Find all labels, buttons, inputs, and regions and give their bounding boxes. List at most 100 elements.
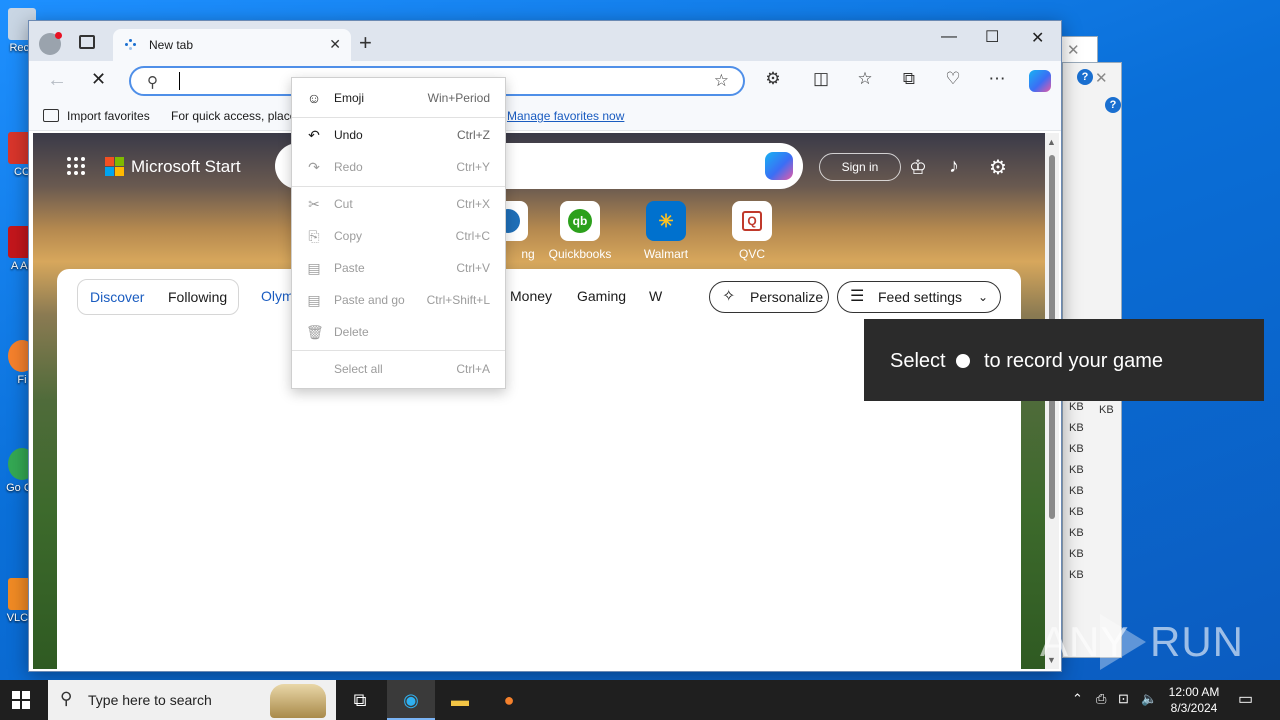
back-arrow-icon[interactable]: ← xyxy=(47,69,67,92)
new-tab-button[interactable]: + xyxy=(359,32,372,54)
close-tab-icon[interactable]: ✕ xyxy=(329,36,341,53)
menu-item-paste[interactable]: ▤ Paste Ctrl+V xyxy=(292,254,505,282)
import-icon xyxy=(43,109,59,122)
quick-link-tile[interactable]: ✳ Walmart xyxy=(631,201,701,261)
menu-item-copy[interactable]: ⎘ Copy Ctrl+C xyxy=(292,222,505,250)
emoji-icon: ☺ xyxy=(306,90,322,106)
quick-link-tile[interactable]: Q QVC xyxy=(717,201,787,261)
personalize-button[interactable]: ✧ Personalize xyxy=(709,281,829,313)
tab-discover[interactable]: Discover xyxy=(90,289,144,305)
close-icon[interactable]: ✕ xyxy=(1067,41,1080,59)
sign-in-button[interactable]: Sign in xyxy=(819,153,901,181)
toast-text-select: Select xyxy=(890,350,946,372)
windows-start-icon[interactable] xyxy=(12,691,30,709)
page-scrollbar[interactable]: ▲ ▼ xyxy=(1045,133,1059,669)
menu-item-paste-and-go[interactable]: ▤ Paste and go Ctrl+Shift+L xyxy=(292,286,505,314)
close-icon[interactable]: ✕ xyxy=(1095,69,1108,87)
scroll-up-icon[interactable]: ▲ xyxy=(1047,137,1056,147)
tab-title: New tab xyxy=(149,38,194,52)
browser-essentials-icon[interactable]: ♡ xyxy=(943,69,963,89)
menu-item-delete[interactable]: 🗑 Delete xyxy=(292,318,505,346)
menu-item-label: Copy xyxy=(334,229,363,243)
network-icon[interactable]: ⊡ xyxy=(1118,691,1129,707)
search-highlight-image xyxy=(270,684,326,718)
microsoft-logo-icon xyxy=(105,157,125,177)
menu-separator xyxy=(292,117,505,118)
menu-item-label: Undo xyxy=(334,128,363,142)
tile-label: Walmart xyxy=(643,247,689,261)
rewards-icon[interactable]: ♔ xyxy=(909,155,927,180)
menu-item-shortcut: Ctrl+A xyxy=(456,362,490,376)
search-icon: ⚲ xyxy=(60,689,73,708)
menu-item-shortcut: Ctrl+Shift+L xyxy=(426,293,490,307)
file-size: KB xyxy=(1069,443,1084,455)
file-size: KB xyxy=(1069,401,1084,413)
volume-icon[interactable]: 🔈 xyxy=(1141,691,1157,707)
tile-label: QVC xyxy=(738,247,765,261)
copilot-icon[interactable] xyxy=(1029,70,1051,92)
walmart-icon: ✳ xyxy=(646,201,686,241)
chevron-up-icon[interactable]: ⌃ xyxy=(1072,691,1083,707)
category-more[interactable]: W xyxy=(649,288,662,304)
menu-item-label: Redo xyxy=(334,160,363,174)
personalize-label: Personalize xyxy=(750,289,824,305)
import-favorites-button[interactable]: Import favorites xyxy=(67,109,150,123)
file-size: KB xyxy=(1069,548,1084,560)
play-triangle-icon xyxy=(1100,614,1146,670)
maximize-button[interactable]: ☐ xyxy=(985,27,999,47)
system-clock[interactable]: 12:00 AM 8/3/2024 xyxy=(1164,684,1224,716)
edge-taskbar-icon[interactable]: ◉ xyxy=(387,680,435,720)
file-size: KB xyxy=(1069,485,1084,497)
help-icon[interactable]: ? xyxy=(1105,97,1121,113)
profile-avatar[interactable] xyxy=(39,32,62,55)
firefox-taskbar-icon[interactable]: ● xyxy=(485,680,533,720)
feed-settings-label: Feed settings xyxy=(878,289,963,305)
clock-time: 12:00 AM xyxy=(1168,685,1220,699)
taskbar-search-box[interactable]: ⚲ Type here to search xyxy=(48,680,336,720)
app-launcher-icon[interactable] xyxy=(67,157,85,175)
tab-actions-icon[interactable] xyxy=(79,35,95,49)
menu-item-cut[interactable]: ✂ Cut Ctrl+X xyxy=(292,190,505,218)
menu-item-redo[interactable]: ↷ Redo Ctrl+Y xyxy=(292,153,505,181)
notifications-bell-icon[interactable]: ♪ xyxy=(949,155,959,178)
brand-title[interactable]: Microsoft Start xyxy=(131,157,241,177)
stop-loading-icon[interactable]: ✕ xyxy=(91,69,106,90)
help-icon[interactable]: ? xyxy=(1077,69,1093,85)
search-icon: ⚲ xyxy=(147,74,158,91)
extensions-icon[interactable]: ⚙ xyxy=(763,69,783,89)
menu-separator xyxy=(292,186,505,187)
menu-item-label: Cut xyxy=(334,197,353,211)
feed-settings-button[interactable]: ☰ Feed settings ⌄ xyxy=(837,281,1001,313)
file-size: KB xyxy=(1069,506,1084,518)
collections-icon[interactable]: ⧉ xyxy=(899,69,919,89)
menu-item-emoji[interactable]: ☺ Emoji Win+Period xyxy=(292,84,505,112)
file-explorer-icon[interactable]: ▬ xyxy=(436,680,484,720)
more-menu-icon[interactable]: ⋯ xyxy=(987,69,1007,89)
manage-favorites-link[interactable]: Manage favorites now xyxy=(507,109,624,123)
favorite-star-icon[interactable]: ☆ xyxy=(714,71,729,91)
device-icon[interactable]: ⎙ xyxy=(1096,691,1106,707)
tile-label: Quickbooks xyxy=(548,247,612,261)
category-gaming[interactable]: Gaming xyxy=(577,288,626,304)
minimize-button[interactable]: — xyxy=(941,28,957,46)
menu-item-select-all[interactable]: Select all Ctrl+A xyxy=(292,355,505,383)
quick-link-tile[interactable]: qb Quickbooks xyxy=(545,201,615,261)
menu-item-undo[interactable]: ↶ Undo Ctrl+Z xyxy=(292,121,505,149)
task-view-icon[interactable]: ⧉ xyxy=(336,680,384,720)
favorites-icon[interactable]: ☆ xyxy=(855,69,875,89)
paste-go-icon: ▤ xyxy=(307,292,321,308)
category-money[interactable]: Money xyxy=(510,288,552,304)
file-size: KB xyxy=(1069,527,1084,539)
notifications-icon[interactable]: ▭ xyxy=(1238,689,1253,709)
split-screen-icon[interactable]: ◫ xyxy=(811,69,831,89)
close-window-button[interactable]: ✕ xyxy=(1031,28,1044,48)
copilot-icon[interactable] xyxy=(765,152,793,180)
tab-new-tab[interactable]: New tab ✕ xyxy=(113,29,351,61)
tab-following[interactable]: Following xyxy=(168,289,227,305)
menu-separator xyxy=(292,350,505,351)
watermark-text-right: RUN xyxy=(1150,618,1244,665)
clock-date: 8/3/2024 xyxy=(1170,701,1218,715)
file-size: KB xyxy=(1069,569,1084,581)
settings-gear-icon[interactable]: ⚙ xyxy=(989,155,1007,180)
category-olympics[interactable]: Olym xyxy=(261,288,294,304)
